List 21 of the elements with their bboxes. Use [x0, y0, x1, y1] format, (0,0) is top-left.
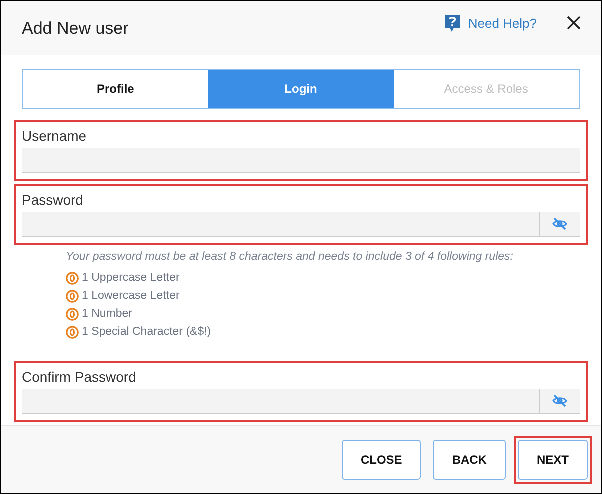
- rule-text: 1 Lowercase Letter: [82, 290, 180, 302]
- field-label: Password: [22, 191, 84, 210]
- field-label: Confirm Password: [22, 368, 138, 387]
- dialog-button[interactable]: NEXT: [518, 440, 588, 480]
- field-label: Username: [22, 127, 88, 146]
- input-field[interactable]: [22, 212, 580, 237]
- rule-text: 1 Special Character (&$!): [82, 326, 212, 338]
- dialog-title: Add New user: [22, 18, 130, 39]
- help-link[interactable]: Need Help?: [444, 14, 537, 32]
- input-field[interactable]: [22, 148, 580, 173]
- rule-text: 1 Uppercase Letter: [82, 272, 180, 284]
- close-icon[interactable]: [567, 16, 581, 30]
- dialog-button[interactable]: BACK: [433, 440, 506, 480]
- hidden-eye-icon[interactable]: [552, 394, 568, 408]
- tab[interactable]: Profile: [23, 70, 208, 108]
- help-icon: [444, 14, 462, 32]
- rule-text: 1 Number: [82, 308, 132, 320]
- hidden-eye-icon[interactable]: [552, 217, 568, 231]
- password-hint: Your password must be at least 8 characters and needs to include 3 of 4 following rules:: [66, 251, 514, 263]
- input-field[interactable]: [22, 389, 580, 414]
- dialog-button[interactable]: CLOSE: [342, 440, 422, 480]
